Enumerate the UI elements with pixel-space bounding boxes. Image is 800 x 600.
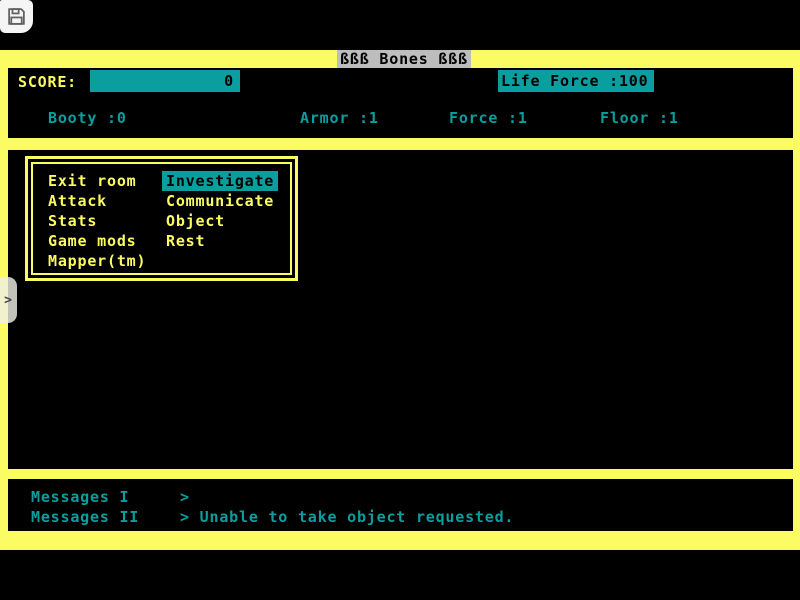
hud-panel: SCORE: 0 Life Force :100 Booty :0 Armor … — [8, 68, 793, 138]
menu-item-game-mods[interactable]: Game mods — [44, 231, 140, 251]
side-panel-tab[interactable]: > — [0, 277, 17, 323]
floppy-disk-icon — [7, 7, 26, 26]
messages-panel: Messages I > Messages II > Unable to tak… — [8, 479, 793, 531]
stat-force: Force :1 — [449, 108, 528, 128]
game-screen: ßßß Bones ßßß SCORE: 0 Life Force :100 B… — [0, 0, 800, 600]
window-title: ßßß Bones ßßß — [337, 50, 471, 68]
menu-item-mapper[interactable]: Mapper(tm) — [44, 251, 150, 271]
messages-2-text: > Unable to take object requested. — [180, 507, 514, 527]
menu-item-object[interactable]: Object — [162, 211, 229, 231]
command-menu: Exit room Attack Stats Game mods Mapper(… — [25, 156, 298, 281]
save-button[interactable] — [0, 0, 33, 33]
messages-1-label: Messages I — [31, 487, 129, 507]
score-value: 0 — [224, 72, 234, 90]
messages-1-text: > — [180, 487, 190, 507]
menu-item-attack[interactable]: Attack — [44, 191, 111, 211]
command-menu-inner-border: Exit room Attack Stats Game mods Mapper(… — [31, 162, 292, 275]
stat-booty: Booty :0 — [48, 108, 127, 128]
menu-item-rest[interactable]: Rest — [162, 231, 209, 251]
life-force-badge: Life Force :100 — [498, 70, 654, 92]
menu-item-stats[interactable]: Stats — [44, 211, 101, 231]
stat-floor: Floor :1 — [600, 108, 679, 128]
chevron-right-icon: > — [4, 293, 13, 308]
menu-item-investigate[interactable]: Investigate — [162, 171, 278, 191]
stat-armor: Armor :1 — [300, 108, 379, 128]
messages-2-label: Messages II — [31, 507, 139, 527]
score-bar: 0 — [90, 70, 240, 92]
score-label: SCORE: — [18, 71, 77, 93]
menu-item-communicate[interactable]: Communicate — [162, 191, 278, 211]
main-panel: Exit room Attack Stats Game mods Mapper(… — [8, 150, 793, 469]
menu-item-exit-room[interactable]: Exit room — [44, 171, 140, 191]
